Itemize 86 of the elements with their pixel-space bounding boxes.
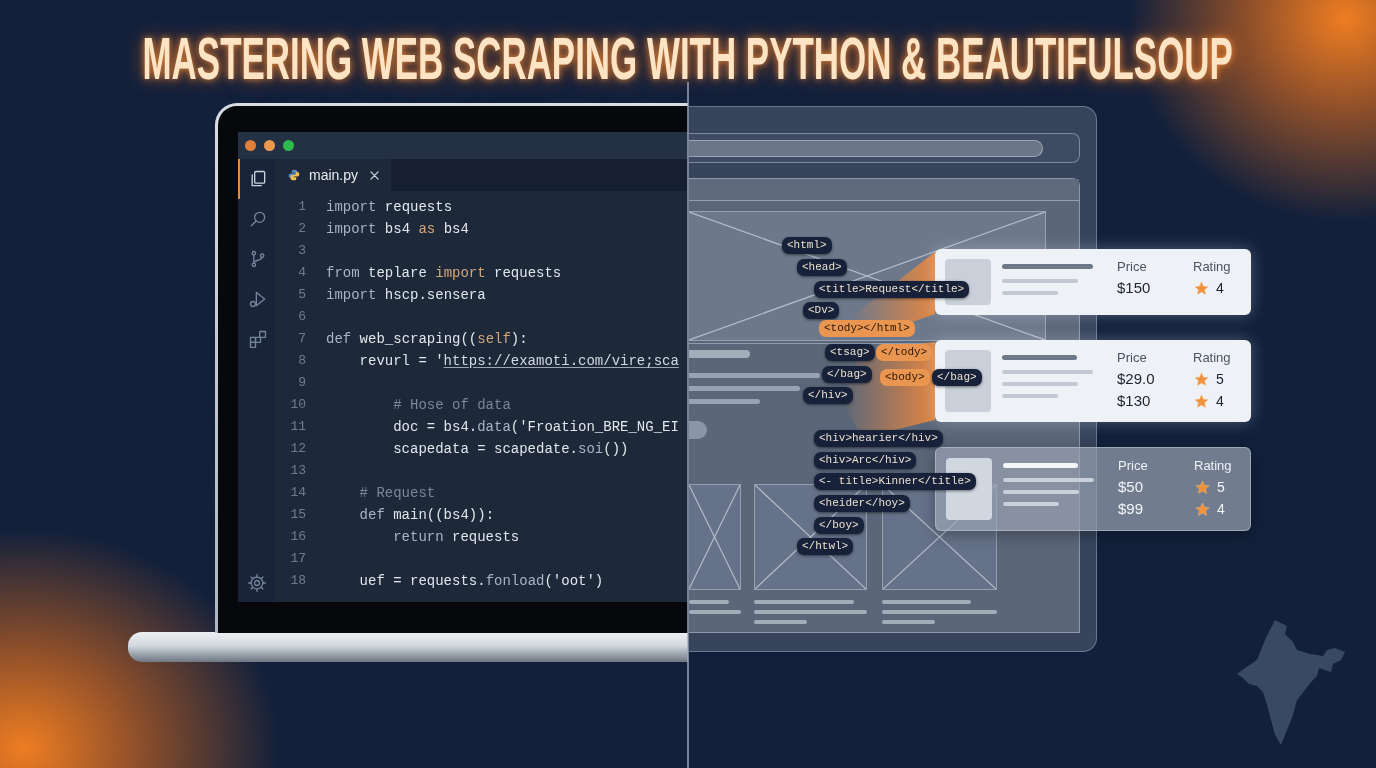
html-tag: </htwl> <box>797 538 854 555</box>
editor-tab[interactable]: main.py <box>275 159 392 191</box>
price-label: Price <box>1117 350 1148 366</box>
rating-value: 4 <box>1217 500 1225 519</box>
code-line: import hscp.sensera <box>326 286 486 305</box>
line-number: 13 <box>289 462 306 480</box>
html-tag: </boy> <box>814 517 864 534</box>
button-placeholder <box>689 421 707 439</box>
code-line: import requests <box>326 198 453 217</box>
file-type-icon <box>288 169 300 181</box>
code-line: uef = requests.fonload('oot') <box>359 572 604 591</box>
html-tag: <tody></html> <box>819 320 915 337</box>
star-icon <box>1195 479 1210 495</box>
window-control-icon[interactable] <box>283 140 294 151</box>
rating-value: 4 <box>1216 392 1224 411</box>
html-tag: <hiv>hearier</hiv> <box>814 430 943 447</box>
country-map-icon <box>1235 620 1345 745</box>
code-line: from teplare import requests <box>326 264 562 283</box>
code-line: import bs4 as bs4 <box>326 220 469 239</box>
html-tag: <title>Request</title> <box>814 281 970 298</box>
line-number: 18 <box>289 572 306 590</box>
line-number: 17 <box>289 550 306 568</box>
price-value: $29.0 <box>1117 369 1155 389</box>
price-label: Price <box>1117 259 1148 275</box>
settings-icon[interactable] <box>246 573 267 593</box>
code-line: revurl = 'https://examoti.com/vire;sca <box>359 352 679 371</box>
line-number: 14 <box>289 484 306 502</box>
code-line: # Request <box>359 484 436 503</box>
star-icon <box>1194 393 1209 409</box>
rating-value: 4 <box>1216 279 1224 298</box>
code-line: def main((bs4)): <box>359 506 495 525</box>
text-line-placeholder <box>882 620 935 624</box>
html-tag: <- title>Kinner</title> <box>814 473 976 490</box>
html-tag: <head> <box>797 259 847 276</box>
code-line: doc = bs4.data('Froation_BRE_NG_EI <box>393 418 679 437</box>
line-number: 2 <box>297 220 306 238</box>
close-icon[interactable] <box>370 170 380 180</box>
rating-label: Rating <box>1193 259 1232 275</box>
window-control-icon[interactable] <box>245 140 256 151</box>
html-tag: </bag> <box>932 369 982 386</box>
code-line: # Hose of data <box>393 396 511 415</box>
run-icon[interactable] <box>247 289 268 309</box>
star-icon <box>1195 501 1210 517</box>
line-number: 16 <box>289 528 306 546</box>
html-tag: </hiv> <box>803 387 853 404</box>
code-line: return requests <box>393 528 520 547</box>
star-icon <box>1194 280 1209 296</box>
extensions-icon[interactable] <box>247 329 268 349</box>
text-line-placeholder <box>1002 291 1058 295</box>
window-control-icon[interactable] <box>264 140 275 151</box>
line-number: 5 <box>297 286 306 304</box>
rating-value: 5 <box>1217 478 1225 497</box>
line-number: 7 <box>297 330 306 348</box>
line-number: 11 <box>289 418 306 436</box>
line-number: 3 <box>297 242 306 260</box>
rating-value: 5 <box>1216 370 1224 389</box>
html-tag: </bag> <box>822 366 872 383</box>
star-icon <box>1194 371 1209 387</box>
price-value: $50 <box>1118 477 1144 497</box>
line-number: 6 <box>297 308 306 326</box>
line-number: 10 <box>289 396 306 414</box>
line-number: 15 <box>289 506 306 524</box>
price-label: Price <box>1118 458 1149 474</box>
code-line: def web_scraping((self): <box>326 330 528 349</box>
html-tag: <body> <box>880 369 930 386</box>
html-tag: <tsag> <box>825 344 875 361</box>
line-number: 1 <box>297 198 306 216</box>
html-tag: <html> <box>782 237 832 254</box>
headline: MASTERING WEB SCRAPING WITH PYTHON & BEAUTIFULSOUP <box>142 26 1234 92</box>
text-line-placeholder <box>1003 502 1059 506</box>
line-number: 9 <box>297 374 306 392</box>
html-tag: <Dv> <box>803 302 840 319</box>
price-value: $150 <box>1117 278 1151 298</box>
rating-label: Rating <box>1194 458 1233 474</box>
price-value: $99 <box>1118 499 1144 519</box>
html-tag: <heider</hoy> <box>814 495 910 512</box>
text-line-placeholder <box>1002 394 1058 398</box>
html-tag: <hiv>Arc</hiv> <box>814 452 917 469</box>
price-value: $130 <box>1117 391 1151 411</box>
line-number: 4 <box>297 264 306 282</box>
text-line-placeholder <box>754 620 807 624</box>
line-number: 12 <box>289 440 306 458</box>
html-tag: </tody> <box>876 344 933 361</box>
line-number: 8 <box>297 352 306 370</box>
rating-label: Rating <box>1193 350 1232 366</box>
code-line: scapedata = scapedate.soi()) <box>393 440 629 459</box>
